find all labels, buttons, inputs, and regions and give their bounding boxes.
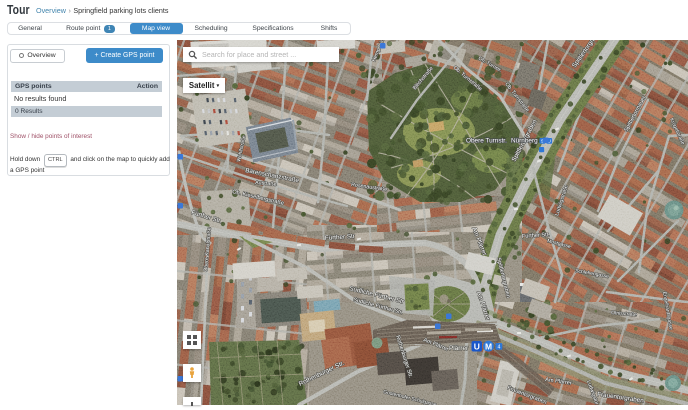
svg-text:Obere Turnstr.: Obere Turnstr. [466,138,507,145]
svg-text:M: M [485,342,492,352]
svg-text:Plärrer: Plärrer [449,345,469,352]
svg-text:Nürnberg: Nürnberg [511,138,538,145]
svg-text:4: 4 [497,344,500,350]
svg-text:U: U [474,342,480,352]
